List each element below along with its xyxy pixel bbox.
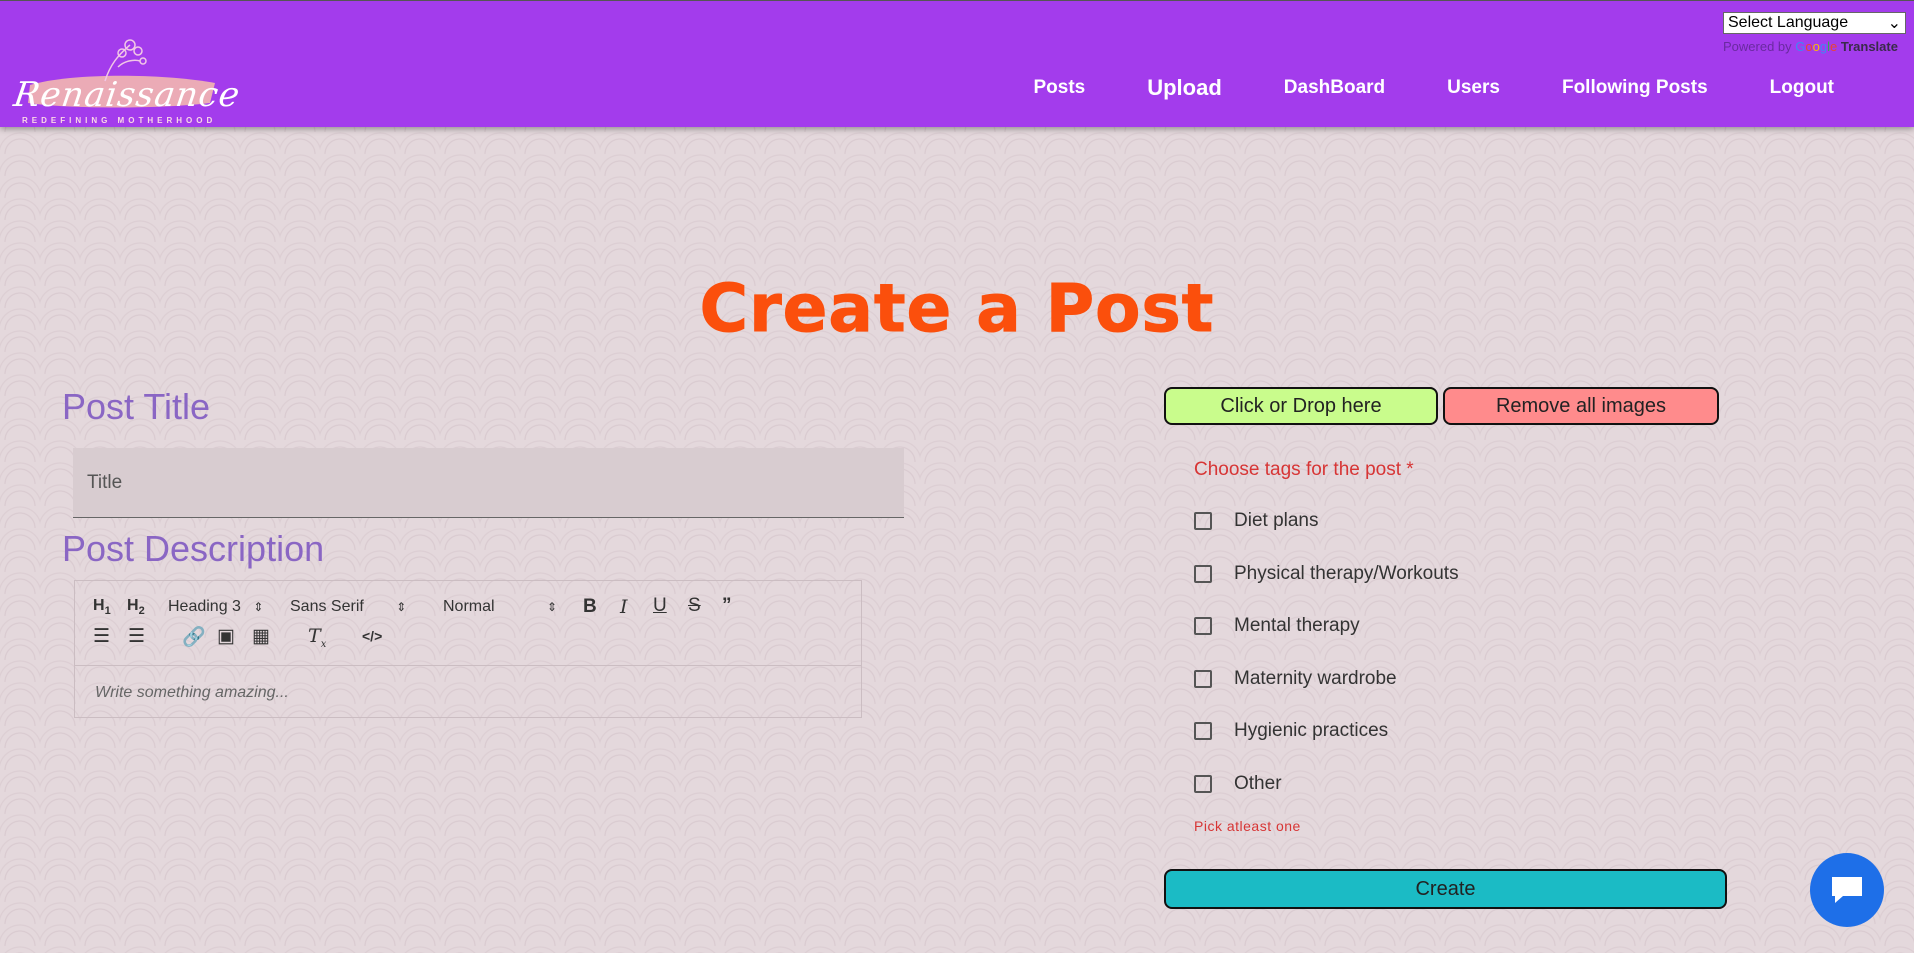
h2-icon[interactable]: H2: [127, 597, 145, 617]
navbar: Renaissance REDEFINING MOTHERHOOD Posts …: [0, 0, 1914, 127]
page-title: Create a Post: [699, 270, 1215, 348]
tags-error: Pick atleast one: [1194, 818, 1301, 834]
chat-button[interactable]: [1810, 853, 1884, 927]
tag-label: Diet plans: [1234, 510, 1319, 531]
google-letter: o: [1812, 39, 1820, 54]
blockquote-icon[interactable]: ”: [722, 595, 732, 617]
updown-icon: ⇕: [396, 600, 407, 614]
language-select[interactable]: Select Language ⌄: [1723, 12, 1906, 34]
italic-icon[interactable]: I: [620, 596, 628, 618]
tag-checkbox[interactable]: Hygienic practices: [1194, 720, 1388, 742]
google-letter: e: [1830, 39, 1838, 54]
chevron-down-icon: ⌄: [1887, 15, 1901, 32]
editor-toolbar: H1 H2 Heading 3 ⇕ Sans Serif ⇕ Normal ⇕ …: [75, 581, 861, 666]
google-logo[interactable]: Google: [1795, 39, 1837, 54]
heading-select[interactable]: Heading 3 ⇕: [168, 598, 263, 616]
google-letter: o: [1805, 39, 1813, 54]
tag-checkbox[interactable]: Maternity wardrobe: [1194, 668, 1397, 690]
checkbox[interactable]: [1194, 565, 1212, 583]
checkbox[interactable]: [1194, 617, 1212, 635]
tag-label: Mental therapy: [1234, 615, 1360, 636]
nav-logout[interactable]: Logout: [1770, 77, 1834, 99]
code-icon[interactable]: </>: [362, 628, 382, 644]
font-select-value: Sans Serif: [290, 598, 364, 615]
tag-label: Hygienic practices: [1234, 720, 1389, 741]
chat-icon: [1832, 877, 1862, 903]
underline-icon[interactable]: U: [653, 595, 667, 617]
rich-text-editor: H1 H2 Heading 3 ⇕ Sans Serif ⇕ Normal ⇕ …: [74, 580, 862, 718]
language-select-label: Select Language: [1728, 14, 1849, 31]
tags-label: Choose tags for the post *: [1194, 459, 1414, 480]
google-letter: G: [1795, 39, 1806, 54]
bold-icon[interactable]: B: [583, 596, 597, 618]
clear-format-icon[interactable]: Tx: [308, 625, 326, 650]
logo-text: Renaissance: [11, 75, 243, 115]
post-title-label: Post Title: [62, 386, 211, 427]
title-input[interactable]: [73, 448, 904, 518]
checkbox[interactable]: [1194, 775, 1212, 793]
post-description-label: Post Description: [62, 528, 325, 569]
nav-users[interactable]: Users: [1447, 77, 1500, 99]
tag-checkbox[interactable]: Physical therapy/Workouts: [1194, 563, 1459, 585]
heading-select-value: Heading 3: [168, 598, 241, 615]
nav-following-posts[interactable]: Following Posts: [1562, 77, 1708, 99]
font-select[interactable]: Sans Serif ⇕: [290, 598, 406, 616]
checkbox[interactable]: [1194, 670, 1212, 688]
nav-dashboard[interactable]: DashBoard: [1284, 77, 1385, 99]
nav-posts[interactable]: Posts: [1033, 77, 1085, 99]
link-icon[interactable]: 🔗: [182, 625, 206, 649]
size-select[interactable]: Normal ⇕: [443, 598, 557, 616]
bullet-list-icon[interactable]: ☰: [128, 625, 145, 648]
logo[interactable]: Renaissance REDEFINING MOTHERHOOD: [10, 37, 243, 127]
h1-icon[interactable]: H1: [93, 597, 111, 617]
size-select-value: Normal: [443, 598, 495, 615]
google-translate: Select Language ⌄ Powered by Google Tran…: [1723, 12, 1906, 54]
strike-icon[interactable]: S: [688, 595, 701, 617]
create-button[interactable]: Create: [1164, 869, 1727, 909]
tag-label: Physical therapy/Workouts: [1234, 563, 1459, 584]
ordered-list-icon[interactable]: ☰: [93, 625, 110, 648]
tag-label: Maternity wardrobe: [1234, 668, 1397, 689]
translate-label: Translate: [1840, 39, 1898, 54]
tag-label: Other: [1234, 773, 1282, 794]
tag-checkbox[interactable]: Other: [1194, 773, 1282, 795]
main-nav: Posts Upload DashBoard Users Following P…: [971, 75, 1834, 101]
tag-checkbox[interactable]: Diet plans: [1194, 510, 1319, 532]
powered-by: Powered by Google Translate: [1723, 39, 1906, 54]
image-icon[interactable]: ▣: [217, 625, 235, 648]
logo-tagline: REDEFINING MOTHERHOOD: [22, 116, 217, 125]
upload-images-button[interactable]: Click or Drop here: [1164, 387, 1438, 425]
remove-images-button[interactable]: Remove all images: [1443, 387, 1719, 425]
powered-by-label: Powered by: [1723, 39, 1792, 54]
checkbox[interactable]: [1194, 722, 1212, 740]
video-icon[interactable]: ▦: [252, 625, 270, 648]
updown-icon: ⇕: [547, 600, 558, 614]
tag-checkbox[interactable]: Mental therapy: [1194, 615, 1360, 637]
updown-icon: ⇕: [253, 600, 264, 614]
editor-content[interactable]: Write something amazing...: [95, 684, 289, 702]
checkbox[interactable]: [1194, 512, 1212, 530]
nav-upload[interactable]: Upload: [1147, 75, 1222, 101]
